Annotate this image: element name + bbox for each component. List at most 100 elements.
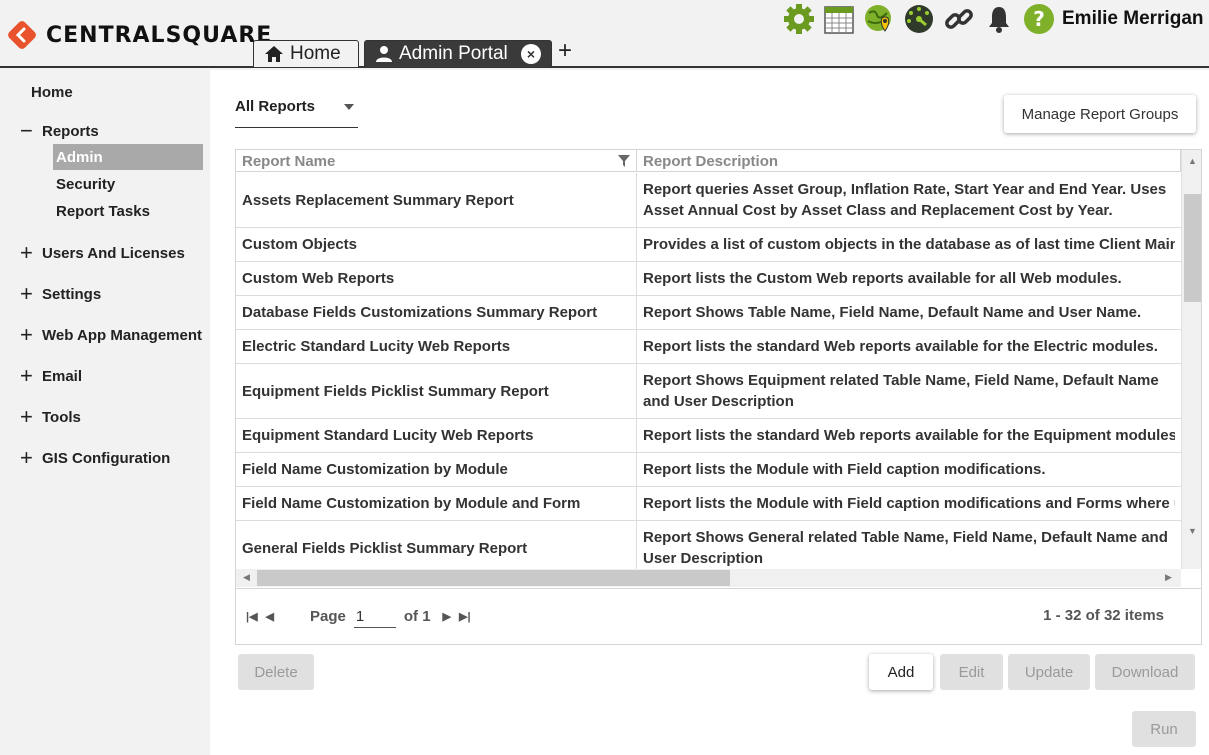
brand-name: CENTRALSQUARE <box>46 22 273 48</box>
scroll-up-icon[interactable]: ▲ <box>1188 156 1197 166</box>
scroll-right-icon[interactable]: ▶ <box>1165 572 1172 583</box>
update-button[interactable]: Update <box>1008 654 1090 690</box>
sidebar-item-web-app-management[interactable]: + Web App Management <box>20 324 203 346</box>
sidebar-item-label: Home <box>31 84 73 101</box>
sidebar-item-email[interactable]: + Email <box>20 365 82 387</box>
reports-grid: Report Name Report Description Assets Re… <box>235 149 1202 645</box>
report-name-cell: Equipment Fields Picklist Summary Report <box>236 364 637 418</box>
tab-home-label: Home <box>290 43 341 64</box>
expand-icon[interactable]: + <box>20 283 40 305</box>
sidebar-item-tools[interactable]: + Tools <box>20 406 81 428</box>
edit-button[interactable]: Edit <box>940 654 1003 690</box>
report-description-text: Report Shows General related Table Name,… <box>643 529 1168 567</box>
user-icon <box>376 46 392 62</box>
chevron-down-icon <box>344 104 354 110</box>
table-row[interactable]: Field Name Customization by Module and F… <box>236 487 1181 521</box>
link-icon[interactable] <box>942 2 976 36</box>
report-description-cell: Provides a list of custom objects in the… <box>637 228 1181 261</box>
last-page-icon[interactable]: ▶| <box>459 610 471 623</box>
grid-header: Report Name Report Description <box>236 150 1181 172</box>
report-name-cell: Custom Web Reports <box>236 262 637 295</box>
expand-icon[interactable]: + <box>20 324 40 346</box>
horizontal-scrollbar[interactable]: ◀ ▶ <box>236 569 1181 587</box>
horizontal-scroll-thumb[interactable] <box>257 570 730 586</box>
download-button[interactable]: Download <box>1095 654 1195 690</box>
add-tab-button[interactable]: + <box>558 38 572 64</box>
manage-report-groups-button[interactable]: Manage Report Groups <box>1004 95 1196 133</box>
page-label: Page <box>310 608 346 625</box>
table-row[interactable]: Custom Objects Provides a list of custom… <box>236 228 1181 262</box>
expand-icon[interactable]: + <box>20 365 40 387</box>
dashboard-icon[interactable] <box>902 2 936 36</box>
report-name-cell: Assets Replacement Summary Report <box>236 173 637 227</box>
column-header-report-description[interactable]: Report Description <box>637 150 1181 172</box>
first-page-icon[interactable]: |◀ <box>246 610 258 623</box>
expand-icon[interactable]: + <box>20 447 40 469</box>
delete-button[interactable]: Delete <box>238 654 314 690</box>
tab-close-icon[interactable]: × <box>521 44 541 64</box>
add-button[interactable]: Add <box>869 654 933 690</box>
table-row[interactable]: Equipment Standard Lucity Web Reports Re… <box>236 419 1181 453</box>
table-row[interactable]: Equipment Fields Picklist Summary Report… <box>236 364 1181 419</box>
vertical-scroll-thumb[interactable] <box>1184 194 1201 302</box>
tab-home[interactable]: Home <box>253 40 359 67</box>
table-row[interactable]: Database Fields Customizations Summary R… <box>236 296 1181 330</box>
report-group-select[interactable]: All Reports <box>235 96 358 128</box>
sidebar-item-reports[interactable]: − Reports <box>20 120 99 142</box>
table-row[interactable]: General Fields Picklist Summary Report R… <box>236 521 1181 569</box>
report-name-cell: Database Fields Customizations Summary R… <box>236 296 637 329</box>
calendar-icon[interactable] <box>822 2 856 36</box>
table-row[interactable]: Field Name Customization by Module Repor… <box>236 453 1181 487</box>
report-description-text: Report lists the standard Web reports av… <box>643 427 1175 444</box>
bell-icon[interactable] <box>982 2 1016 36</box>
next-page-icon[interactable]: ▶ <box>443 610 451 623</box>
report-description-cell: Report Shows Equipment related Table Nam… <box>637 364 1181 418</box>
page-number-input[interactable] <box>353 605 396 628</box>
report-description-cell: Report lists the Module with Field capti… <box>637 487 1181 520</box>
sidebar-item-admin[interactable]: Admin <box>53 144 203 170</box>
previous-page-icon[interactable]: ◀ <box>266 610 274 623</box>
table-row[interactable]: Assets Replacement Summary Report Report… <box>236 173 1181 228</box>
grid-pager: |◀ ◀ Page of 1 ▶ ▶| 1 - 32 of 32 items <box>236 588 1201 644</box>
help-icon[interactable]: ? <box>1022 2 1056 36</box>
scroll-down-icon[interactable]: ▼ <box>1188 526 1197 536</box>
scroll-left-icon[interactable]: ◀ <box>243 572 250 583</box>
brand-logo[interactable]: CENTRALSQUARE <box>8 20 272 50</box>
report-name-cell: General Fields Picklist Summary Report <box>236 521 637 569</box>
sidebar-item-label: Tools <box>42 408 81 426</box>
sidebar-item-label: Reports <box>42 122 99 140</box>
vertical-scrollbar[interactable]: ▲ ▼ <box>1181 150 1201 569</box>
user-name[interactable]: Emilie Merrigan <box>1062 8 1204 30</box>
expand-icon[interactable]: + <box>20 406 40 428</box>
report-description-text: Report lists the standard Web reports av… <box>643 338 1158 355</box>
report-description-text: Report lists the Module with Field capti… <box>643 461 1046 478</box>
report-name-cell: Electric Standard Lucity Web Reports <box>236 330 637 363</box>
report-description-cell: Report Shows General related Table Name,… <box>637 521 1181 569</box>
header-toolbar: ? <box>782 2 1062 36</box>
tab-admin-portal[interactable]: Admin Portal × <box>364 40 552 67</box>
sidebar-item-label: Web App Management <box>42 326 203 344</box>
table-row[interactable]: Electric Standard Lucity Web Reports Rep… <box>236 330 1181 364</box>
sidebar-item-report-tasks[interactable]: Report Tasks <box>53 198 203 224</box>
table-row[interactable]: Custom Web Reports Report lists the Cust… <box>236 262 1181 296</box>
map-pin-globe-icon[interactable] <box>862 2 896 36</box>
sidebar-item-users-and-licenses[interactable]: + Users And Licenses <box>20 242 185 264</box>
column-header-label: Report Name <box>242 152 336 170</box>
run-button[interactable]: Run <box>1132 711 1196 747</box>
gear-icon[interactable] <box>782 2 816 36</box>
collapse-icon[interactable]: − <box>20 120 40 142</box>
sidebar-item-label: GIS Configuration <box>42 449 171 467</box>
svg-text:?: ? <box>1033 7 1045 31</box>
sidebar-item-security[interactable]: Security <box>53 171 203 197</box>
main-content: All Reports Manage Report Groups Report … <box>210 70 1209 755</box>
sidebar-item-settings[interactable]: + Settings <box>20 283 101 305</box>
report-name-cell: Equipment Standard Lucity Web Reports <box>236 419 637 452</box>
report-description-text: Report lists the Custom Web reports avai… <box>643 270 1122 287</box>
column-header-report-name[interactable]: Report Name <box>236 150 637 172</box>
report-name-cell: Custom Objects <box>236 228 637 261</box>
expand-icon[interactable]: + <box>20 242 40 264</box>
filter-icon[interactable] <box>618 155 630 167</box>
sidebar-item-gis-configuration[interactable]: + GIS Configuration <box>20 447 171 469</box>
report-description-text: Report lists the Module with Field capti… <box>643 495 1175 512</box>
sidebar-item-home[interactable]: Home <box>31 84 73 101</box>
